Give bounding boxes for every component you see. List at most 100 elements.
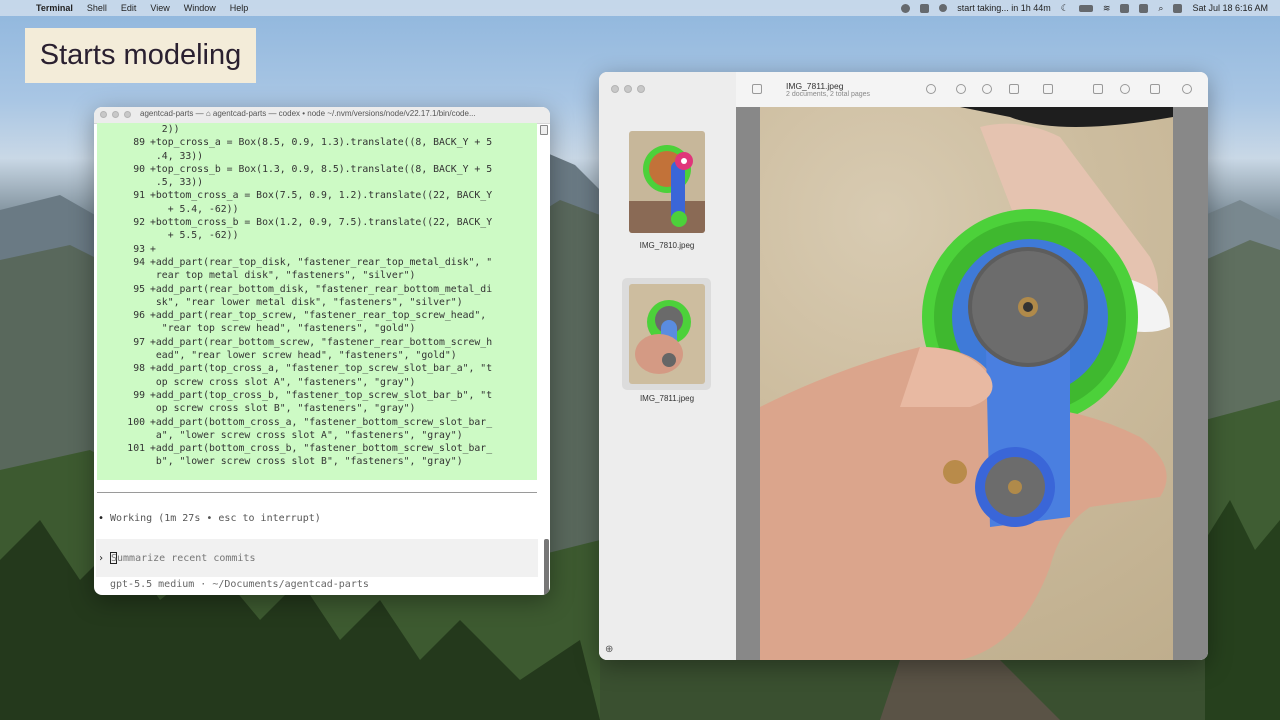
- line-text: op screw cross slot A", "fasteners", "gr…: [150, 376, 416, 388]
- terminal-titlebar[interactable]: agentcad-parts — ⌂ agentcad-parts — code…: [94, 107, 550, 124]
- line-number: 89: [133, 137, 145, 149]
- line-text: +add_part(rear_top_screw, "fastener_rear…: [150, 310, 487, 322]
- add-page-icon[interactable]: ⊕: [605, 644, 613, 655]
- close-button[interactable]: [611, 85, 619, 93]
- menu-help[interactable]: Help: [230, 3, 249, 13]
- thumbnail-img-7810[interactable]: [629, 131, 705, 233]
- zoom-button[interactable]: [124, 111, 131, 118]
- code-line: ead", "rear lower screw head", "fastener…: [97, 349, 537, 362]
- search-icon[interactable]: ⌕: [1158, 3, 1163, 14]
- code-line: 95 +add_part(rear_bottom_disk, "fastener_…: [97, 283, 537, 296]
- code-line: 101 +add_part(bottom_cross_b, "fastener_b…: [97, 442, 537, 455]
- photo-image: [760, 107, 1173, 660]
- zoom-in-icon[interactable]: [982, 84, 992, 94]
- title-card: Starts modeling: [25, 28, 256, 83]
- line-text: ead", "rear lower screw head", "fastener…: [150, 350, 457, 362]
- code-line: op screw cross slot B", "fasteners", "gr…: [97, 402, 537, 415]
- record-icon[interactable]: [901, 3, 911, 13]
- line-text: + 5.5, -62)): [150, 230, 239, 242]
- minimize-button[interactable]: [112, 111, 119, 118]
- line-number: 100: [127, 416, 145, 428]
- minimize-button[interactable]: [624, 85, 632, 93]
- image-canvas: [736, 107, 1208, 660]
- menu-window[interactable]: Window: [184, 3, 216, 13]
- screen-icon[interactable]: [920, 3, 930, 13]
- siri-icon[interactable]: [1173, 3, 1183, 13]
- code-line: a", "lower screw cross slot A", "fastene…: [97, 429, 537, 442]
- code-line: 99 +add_part(top_cross_b, "fastener_top_s…: [97, 389, 537, 402]
- code-line: 93 +: [97, 243, 537, 256]
- line-text: +add_part(top_cross_b, "fastener_top_scr…: [150, 389, 493, 401]
- line-number: 90: [133, 163, 145, 175]
- window-controls: [100, 111, 131, 118]
- line-text: +add_part(bottom_cross_a, "fastener_bott…: [150, 416, 493, 428]
- thumbnail-label: IMG_7811.jpeg: [639, 394, 695, 403]
- reminder-text[interactable]: start taking... in 1h 44m: [957, 3, 1051, 13]
- line-text: + 5.4, -62)): [150, 203, 239, 215]
- menu-shell[interactable]: Shell: [87, 3, 107, 13]
- code-line: 90 +top_cross_b = Box(1.3, 0.9, 8.5).tran…: [97, 163, 537, 176]
- preview-window[interactable]: IMG_7810.jpeg IMG_7811.jpeg ⊕ IMG_7811.j…: [599, 72, 1208, 660]
- prompt-chevron-icon: ›: [98, 553, 105, 564]
- line-number: 91: [133, 190, 145, 202]
- menu-view[interactable]: View: [150, 3, 169, 13]
- control-center-icon[interactable]: [1139, 3, 1149, 13]
- line-text: 2)): [150, 124, 180, 135]
- terminal-window[interactable]: agentcad-parts — ⌂ agentcad-parts — code…: [94, 107, 550, 595]
- code-line: 100 +add_part(bottom_cross_a, "fastener_b…: [97, 416, 537, 429]
- code-line: 94 +add_part(rear_top_disk, "fastener_rea…: [97, 256, 537, 269]
- search-icon[interactable]: [1182, 84, 1192, 94]
- line-text: +add_part(bottom_cross_b, "fastener_bott…: [150, 443, 493, 455]
- menu-bar: Terminal Shell Edit View Window Help sta…: [0, 0, 1280, 16]
- line-text: a", "lower screw cross slot A", "fastene…: [150, 429, 463, 441]
- document-subtitle: 2 documents, 2 total pages: [786, 91, 871, 98]
- line-number: 93: [133, 243, 145, 255]
- thumbnail-label: IMG_7810.jpeg: [639, 241, 695, 250]
- menu-extra-icon[interactable]: [1120, 3, 1130, 13]
- thumbnail-image: [629, 131, 705, 233]
- prompt-input[interactable]: › Summarize recent commits: [96, 539, 538, 577]
- line-text: +top_cross_b = Box(1.3, 0.9, 8.5).transl…: [150, 163, 493, 175]
- line-number: 97: [133, 336, 145, 348]
- line-number: 96: [133, 310, 145, 322]
- line-text: +add_part(rear_bottom_screw, "fastener_r…: [150, 336, 493, 348]
- code-line: .4, 33)): [97, 150, 537, 163]
- line-text: sk", "rear lower metal disk", "fasteners…: [150, 296, 463, 308]
- clock-text[interactable]: Sat Jul 18 6:16 AM: [1192, 3, 1268, 13]
- line-text: +add_part(rear_bottom_disk, "fastener_re…: [150, 283, 493, 295]
- working-text: Working (1m 27s • esc to interrupt): [110, 513, 321, 524]
- annotate-icon[interactable]: [1150, 84, 1160, 94]
- battery-icon[interactable]: [1078, 4, 1093, 12]
- document-title: IMG_7811.jpeg: [786, 81, 844, 91]
- line-text: rear top metal disk", "fasteners", "silv…: [150, 270, 416, 282]
- calendar-reminder-icon[interactable]: [939, 4, 948, 12]
- sidebar-toggle-icon[interactable]: [752, 84, 762, 94]
- divider: [97, 492, 537, 493]
- close-button[interactable]: [100, 111, 107, 118]
- code-line: 89 +top_cross_a = Box(8.5, 0.9, 1.3).tran…: [97, 136, 537, 149]
- code-line: sk", "rear lower metal disk", "fasteners…: [97, 296, 537, 309]
- line-text: "rear top screw head", "fasteners", "gol…: [150, 323, 416, 335]
- code-line: "rear top screw head", "fasteners", "gol…: [97, 322, 537, 335]
- code-line: rear top metal disk", "fasteners", "silv…: [97, 269, 537, 282]
- line-text: +bottom_cross_b = Box(1.2, 0.9, 7.5).tra…: [150, 217, 493, 229]
- preview-toolbar: IMG_7811.jpeg 2 documents, 2 total pages: [736, 72, 1208, 108]
- code-line: 91 +bottom_cross_a = Box(7.5, 0.9, 1.2).t…: [97, 189, 537, 202]
- info-icon[interactable]: [926, 84, 936, 94]
- rotate-icon[interactable]: [1093, 84, 1103, 94]
- zoom-out-icon[interactable]: [956, 84, 966, 94]
- model-status-line: gpt-5.5 medium · ~/Documents/agentcad-pa…: [110, 579, 369, 590]
- scroll-indicator[interactable]: [540, 125, 548, 135]
- thumbnail-img-7811[interactable]: [629, 284, 705, 384]
- highlight-icon[interactable]: [1120, 84, 1130, 94]
- focus-moon-icon[interactable]: ☾: [1061, 3, 1069, 14]
- markup-icon[interactable]: [1043, 84, 1053, 94]
- code-line: 96 +add_part(rear_top_screw, "fastener_re…: [97, 309, 537, 322]
- scrollbar[interactable]: [544, 539, 549, 595]
- menu-extras: start taking... in 1h 44m ☾ ≋ ⌕ Sat Jul …: [901, 0, 1268, 16]
- menu-app-terminal[interactable]: Terminal: [36, 3, 73, 13]
- wifi-icon[interactable]: ≋: [1103, 3, 1111, 14]
- share-icon[interactable]: [1009, 84, 1019, 94]
- menu-edit[interactable]: Edit: [121, 3, 137, 13]
- zoom-button[interactable]: [637, 85, 645, 93]
